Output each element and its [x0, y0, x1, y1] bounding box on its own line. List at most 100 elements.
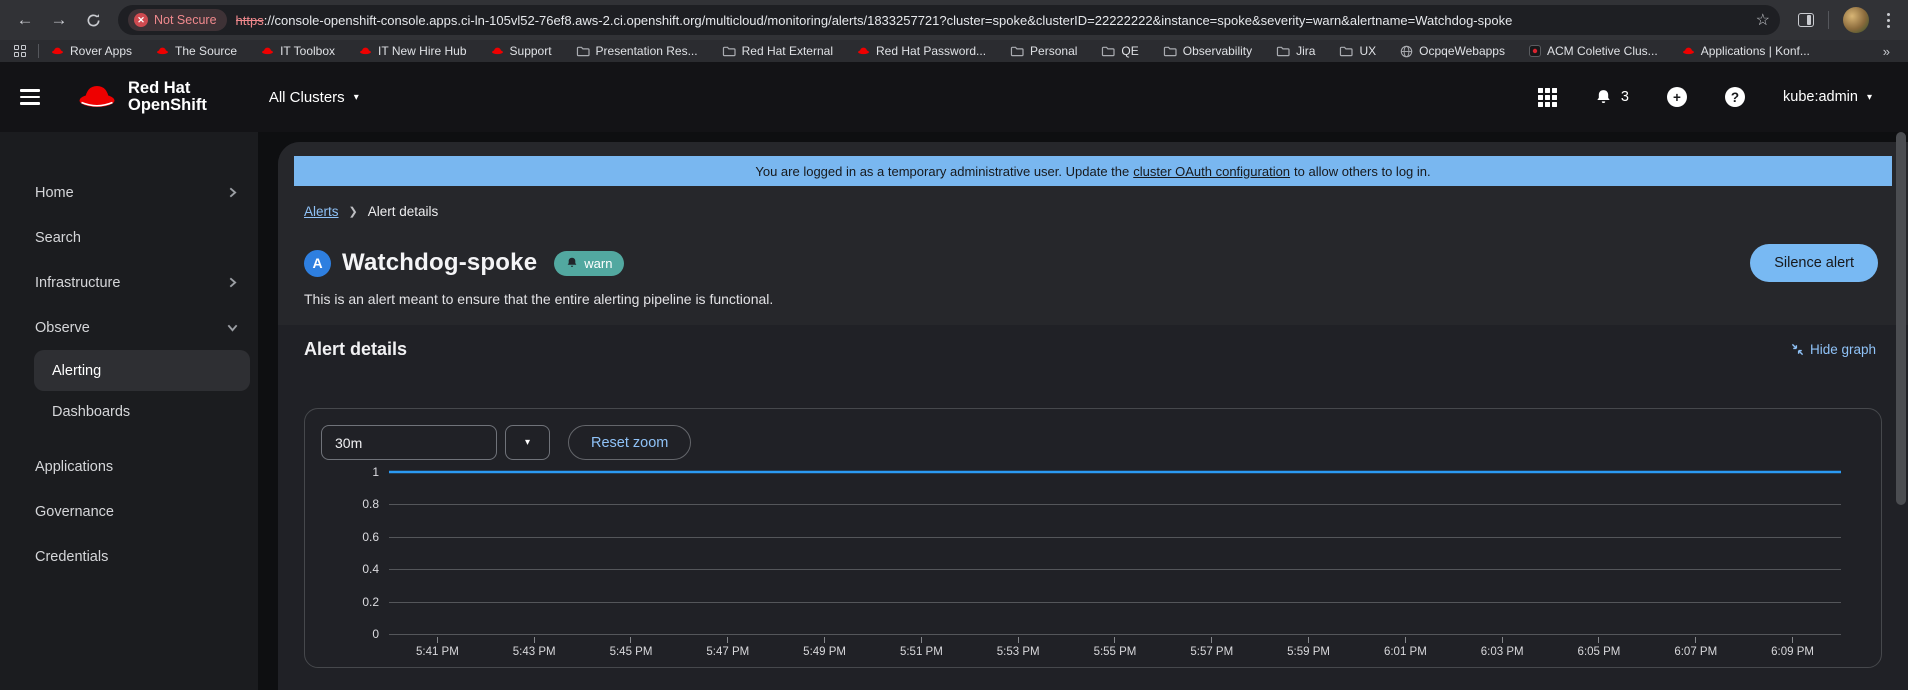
- bookmark-item[interactable]: QE: [1101, 44, 1138, 58]
- chart-plot-area[interactable]: 00.20.40.60.81: [389, 472, 1841, 634]
- reset-zoom-button[interactable]: Reset zoom: [568, 425, 691, 460]
- username: kube:admin: [1783, 89, 1858, 105]
- bookmark-item[interactable]: Presentation Res...: [576, 44, 698, 58]
- bookmark-star-icon[interactable]: ☆: [1756, 10, 1770, 30]
- bookmark-item[interactable]: Red Hat Password...: [857, 44, 986, 58]
- sidebar-item-alerting[interactable]: Alerting: [34, 350, 250, 391]
- brand-logo[interactable]: Red Hat OpenShift: [76, 80, 207, 114]
- tick-mark: [1405, 637, 1406, 643]
- sidebar-item-label: Credentials: [35, 549, 238, 565]
- x-axis-tick-label: 5:45 PM: [610, 646, 653, 658]
- page-title: Watchdog-spoke: [342, 249, 537, 277]
- silence-alert-button[interactable]: Silence alert: [1750, 244, 1878, 282]
- bookmark-label: Jira: [1296, 44, 1315, 58]
- globe-icon: [1400, 45, 1413, 58]
- sidebar-item-dashboards[interactable]: Dashboards: [0, 391, 258, 432]
- help-icon[interactable]: ?: [1725, 87, 1745, 107]
- masthead-actions: 3 + ? kube:admin ▾: [1538, 87, 1872, 107]
- x-axis-tick-label: 6:03 PM: [1481, 646, 1524, 658]
- bookmarks-overflow-icon[interactable]: »: [1883, 44, 1894, 59]
- chevron-right-icon: ❯: [349, 205, 358, 218]
- y-axis-tick-label: 0.4: [362, 562, 379, 576]
- tick-mark: [1018, 637, 1019, 643]
- tick-mark: [1598, 637, 1599, 643]
- browser-profile-avatar[interactable]: [1843, 7, 1869, 33]
- bookmark-item[interactable]: The Source: [156, 44, 237, 58]
- sidebar-item-governance[interactable]: Governance: [0, 489, 258, 534]
- alert-graph-card: 30m ▾ Reset zoom 00.20.40.60.81 5:41 PM5…: [304, 408, 1882, 668]
- red-hat-favicon: [491, 46, 504, 56]
- forward-icon[interactable]: →: [44, 5, 74, 35]
- red-hat-favicon: [857, 46, 870, 56]
- x-axis-tick-label: 5:59 PM: [1287, 646, 1330, 658]
- masthead: Red Hat OpenShift All Clusters ▾ 3 + ? k…: [0, 62, 1908, 132]
- sidebar-item-credentials[interactable]: Credentials: [0, 534, 258, 579]
- breadcrumb-alerts-link[interactable]: Alerts: [304, 204, 339, 219]
- content-panel: You are logged in as a temporary adminis…: [278, 142, 1908, 690]
- tick-mark: [630, 637, 631, 643]
- address-bar[interactable]: ✕ Not Secure https://console-openshift-c…: [118, 5, 1780, 35]
- reload-icon[interactable]: [78, 5, 108, 35]
- bookmark-item[interactable]: OcpqeWebapps: [1400, 44, 1505, 58]
- x-axis-tick: 5:59 PM: [1260, 637, 1357, 658]
- bookmark-item[interactable]: Jira: [1276, 44, 1315, 58]
- sidebar-item-search[interactable]: Search: [0, 215, 258, 260]
- not-secure-chip[interactable]: ✕ Not Secure: [128, 9, 227, 31]
- bookmark-item[interactable]: Support: [491, 44, 552, 58]
- nav-toggle-icon[interactable]: [20, 89, 40, 104]
- bookmark-item[interactable]: UX: [1339, 44, 1376, 58]
- alert-resource-icon: A: [304, 250, 331, 277]
- apps-shortcut-icon[interactable]: [14, 45, 26, 57]
- x-axis-tick: 5:47 PM: [679, 637, 776, 658]
- bookmark-item[interactable]: IT New Hire Hub: [359, 44, 466, 58]
- app-launcher-icon[interactable]: [1538, 88, 1557, 107]
- bell-icon: [1595, 89, 1612, 106]
- page-header: You are logged in as a temporary adminis…: [278, 142, 1908, 325]
- bookmark-item[interactable]: Observability: [1163, 44, 1252, 58]
- chart-x-axis: 5:41 PM5:43 PM5:45 PM5:47 PM5:49 PM5:51 …: [389, 637, 1841, 658]
- bookmarks-divider: [38, 44, 39, 58]
- x-axis-tick: 5:49 PM: [776, 637, 873, 658]
- scrollbar[interactable]: [1896, 132, 1906, 505]
- sidebar-item-label: Applications: [35, 459, 238, 475]
- url-text: https://console-openshift-console.apps.c…: [236, 13, 1513, 28]
- chevron-right-icon: [227, 187, 238, 198]
- x-axis-tick-label: 6:05 PM: [1578, 646, 1621, 658]
- oauth-config-link[interactable]: cluster OAuth configuration: [1133, 164, 1290, 179]
- sidebar-item-applications[interactable]: Applications: [0, 444, 258, 489]
- chevron-down-icon: ▾: [1867, 92, 1872, 103]
- hide-graph-toggle[interactable]: Hide graph: [1791, 342, 1876, 357]
- y-axis-tick-label: 0: [372, 627, 379, 641]
- chevron-right-icon: [227, 277, 238, 288]
- x-axis-tick: 6:09 PM: [1744, 637, 1841, 658]
- alert-description: This is an alert meant to ensure that th…: [304, 291, 1882, 307]
- time-range-dropdown-button[interactable]: ▾: [505, 425, 550, 460]
- user-menu[interactable]: kube:admin ▾: [1783, 89, 1872, 105]
- cluster-selector[interactable]: All Clusters ▾: [269, 89, 359, 106]
- hide-graph-label: Hide graph: [1810, 342, 1876, 357]
- bookmark-item[interactable]: IT Toolbox: [261, 44, 335, 58]
- bookmark-label: Red Hat External: [742, 44, 833, 58]
- x-axis-tick-label: 5:57 PM: [1190, 646, 1233, 658]
- bookmark-item[interactable]: Personal: [1010, 44, 1077, 58]
- sidebar-item-observe[interactable]: Observe: [0, 305, 258, 350]
- bookmark-item[interactable]: Red Hat External: [722, 44, 833, 58]
- bookmark-item[interactable]: Applications | Konf...: [1682, 44, 1810, 58]
- add-icon[interactable]: +: [1667, 87, 1687, 107]
- back-icon[interactable]: ←: [10, 5, 40, 35]
- y-axis-tick-label: 0.6: [362, 530, 379, 544]
- x-axis-tick: 5:57 PM: [1163, 637, 1260, 658]
- red-hat-fedora-icon: [76, 82, 118, 112]
- sidebar-item-home[interactable]: Home: [0, 170, 258, 215]
- sidebar-item-infrastructure[interactable]: Infrastructure: [0, 260, 258, 305]
- side-panel-icon[interactable]: [1798, 13, 1814, 27]
- bookmark-item[interactable]: ACM Coletive Clus...: [1529, 44, 1658, 58]
- tick-mark: [824, 637, 825, 643]
- bookmark-label: The Source: [175, 44, 237, 58]
- bookmark-item[interactable]: Rover Apps: [51, 44, 132, 58]
- bookmark-label: Presentation Res...: [596, 44, 698, 58]
- notifications-button[interactable]: 3: [1595, 89, 1629, 106]
- browser-menu-icon[interactable]: [1883, 9, 1894, 32]
- time-range-input[interactable]: 30m: [321, 425, 497, 460]
- brand-line1: Red Hat: [128, 80, 207, 97]
